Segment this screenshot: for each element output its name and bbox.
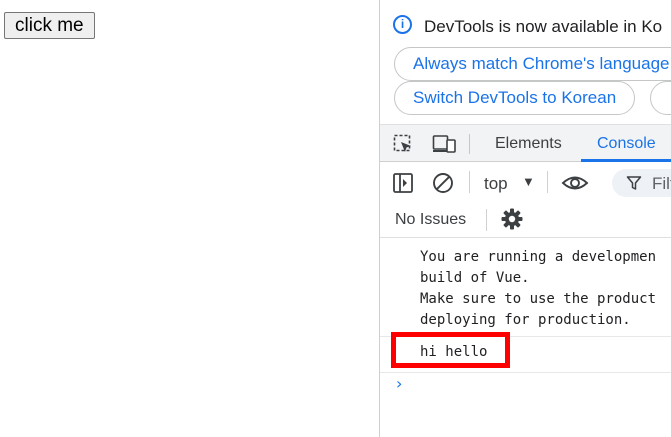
issues-row: No Issues <box>380 202 671 238</box>
tab-console[interactable]: Console <box>597 135 656 153</box>
infobar-message: DevTools is now available in Ko <box>424 17 663 36</box>
toolbar-divider <box>486 209 487 231</box>
sidebar-toggle-icon[interactable] <box>392 172 414 194</box>
tab-divider <box>469 134 470 154</box>
switch-to-korean-button[interactable]: Switch DevTools to Korean <box>394 81 636 115</box>
console-toolbar: top ▼ Filt <box>380 162 671 202</box>
tab-elements[interactable]: Elements <box>495 135 562 153</box>
click-me-button[interactable]: click me <box>4 12 95 39</box>
dont-show-again-button[interactable] <box>650 81 671 115</box>
filter-placeholder: Filt <box>652 174 671 193</box>
console-message-vue-dev: You are running a developmen build of Vu… <box>380 239 671 337</box>
language-infobar: i DevTools is now available in Ko Always… <box>380 0 671 124</box>
filter-funnel-icon <box>626 176 642 190</box>
toolbar-divider <box>469 171 470 193</box>
page-viewport: click me <box>0 0 379 437</box>
toolbar-divider <box>547 171 548 193</box>
console-settings-gear-icon[interactable] <box>500 207 524 231</box>
devtools-tabbar: Elements Console <box>380 124 671 162</box>
console-filter-input[interactable]: Filt <box>612 169 671 197</box>
live-expression-eye-icon[interactable] <box>561 172 589 194</box>
console-message-line: You are running a developmen <box>420 249 657 265</box>
console-message-line: build of Vue. <box>420 270 530 286</box>
caret-down-icon[interactable]: ▼ <box>522 174 535 189</box>
context-selector[interactable]: top <box>484 174 508 194</box>
info-icon: i <box>393 15 412 34</box>
clear-console-icon[interactable] <box>432 172 454 194</box>
console-prompt-chevron-icon[interactable]: › <box>396 374 402 393</box>
always-match-language-button[interactable]: Always match Chrome's language <box>394 47 671 81</box>
red-highlight-box <box>391 332 510 368</box>
issues-count[interactable]: No Issues <box>395 211 466 229</box>
device-toolbar-icon[interactable] <box>432 134 458 154</box>
console-message-log: hi hello <box>380 332 671 373</box>
console-message-line: deploying for production. <box>420 312 631 328</box>
devtools-panel: i DevTools is now available in Ko Always… <box>379 0 671 437</box>
inspect-element-icon[interactable] <box>393 134 413 154</box>
console-message-line: Make sure to use the product <box>420 291 657 307</box>
